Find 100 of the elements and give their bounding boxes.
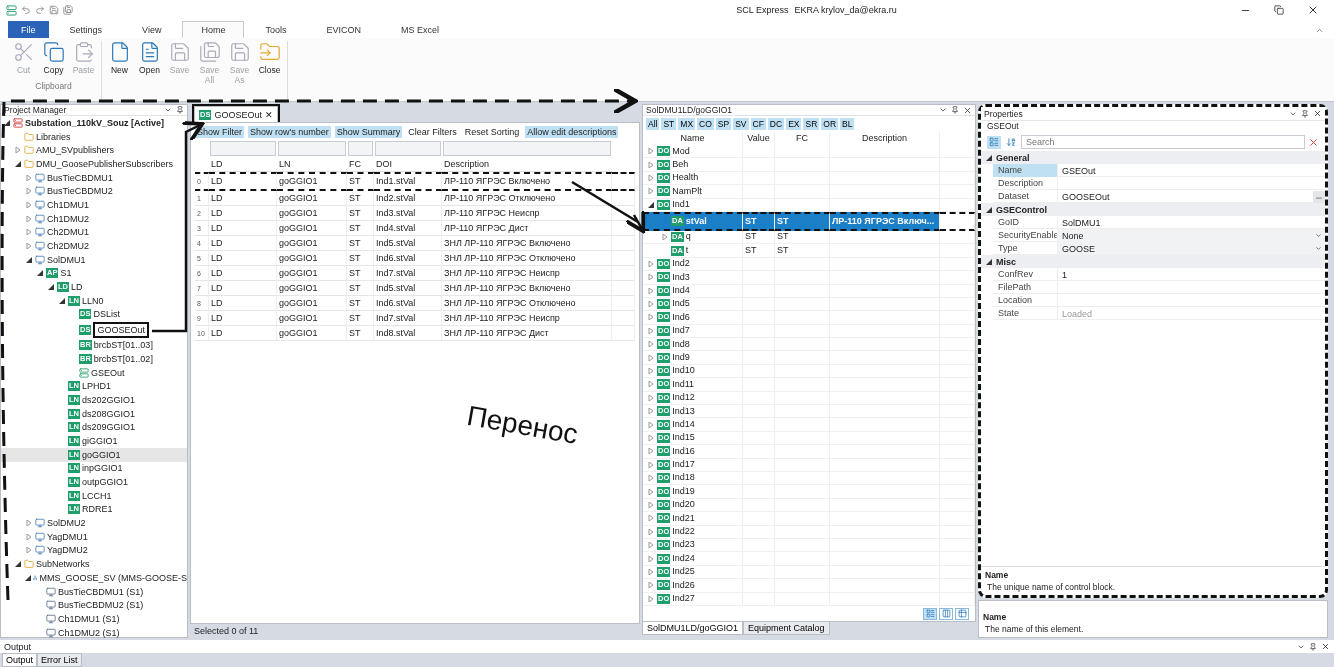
filter-button[interactable]: SP bbox=[715, 118, 732, 130]
tree-item[interactable]: SolDMU1 bbox=[1, 252, 187, 267]
dropdown-icon[interactable] bbox=[164, 106, 172, 114]
collapsed-arrow-icon[interactable] bbox=[647, 341, 655, 348]
collapsed-arrow-icon[interactable] bbox=[647, 421, 655, 428]
collapsed-arrow-icon[interactable] bbox=[25, 520, 33, 527]
toolbar-toggle[interactable]: Reset Sorting bbox=[462, 125, 522, 138]
collapsed-arrow-icon[interactable] bbox=[25, 215, 33, 222]
expanded-arrow-icon[interactable] bbox=[647, 201, 655, 208]
column-header[interactable]: Name bbox=[643, 132, 743, 145]
property-name[interactable]: State bbox=[993, 307, 1057, 320]
collapsed-arrow-icon[interactable] bbox=[25, 533, 33, 540]
property-name[interactable]: Dataset bbox=[993, 190, 1057, 203]
collapsed-arrow-icon[interactable] bbox=[647, 582, 655, 589]
tree-item[interactable]: SubNetworks bbox=[1, 557, 187, 571]
ribbon-tab[interactable]: View bbox=[123, 21, 181, 38]
collapsed-arrow-icon[interactable] bbox=[647, 368, 655, 375]
expanded-arrow-icon[interactable] bbox=[25, 256, 33, 263]
collapsed-arrow-icon[interactable] bbox=[647, 448, 655, 455]
collapsed-arrow-icon[interactable] bbox=[647, 501, 655, 508]
expanded-arrow-icon[interactable] bbox=[985, 258, 993, 265]
collapsed-arrow-icon[interactable] bbox=[647, 555, 655, 562]
filter-button[interactable]: DC bbox=[767, 118, 785, 130]
tree-item[interactable]: BusTieCBDMU1 bbox=[1, 170, 187, 185]
column-header[interactable]: LN bbox=[277, 157, 347, 172]
view-button[interactable] bbox=[923, 607, 937, 620]
collapsed-arrow-icon[interactable] bbox=[647, 174, 655, 181]
filter-button[interactable]: CO bbox=[697, 118, 714, 130]
expanded-arrow-icon[interactable] bbox=[14, 561, 22, 568]
ribbon-button[interactable]: Copy bbox=[40, 41, 67, 75]
collapsed-arrow-icon[interactable] bbox=[25, 243, 33, 250]
collapsed-arrow-icon[interactable] bbox=[14, 147, 22, 154]
dropdown-icon[interactable] bbox=[939, 106, 947, 114]
ribbon-tab[interactable]: EVICON bbox=[307, 21, 380, 38]
tree-item[interactable]: Substation_110kV_Souz [Active] bbox=[1, 116, 187, 130]
filter-button[interactable]: SV bbox=[733, 118, 749, 130]
ribbon-tab[interactable]: Settings bbox=[50, 21, 122, 38]
filter-button[interactable]: All bbox=[646, 118, 660, 130]
column-header[interactable]: Value bbox=[743, 132, 775, 145]
column-header[interactable]: Description bbox=[830, 132, 940, 145]
property-name[interactable]: Type bbox=[993, 242, 1057, 255]
tree-item[interactable]: AMU_SVpublishers bbox=[1, 143, 187, 158]
view-button[interactable] bbox=[955, 607, 969, 620]
toolbar-toggle[interactable]: Allow edit descriptions bbox=[525, 125, 619, 138]
expanded-arrow-icon[interactable] bbox=[58, 297, 66, 304]
filter-button[interactable]: MX bbox=[678, 118, 696, 130]
collapse-ribbon-icon[interactable] bbox=[1315, 26, 1324, 35]
tree-item[interactable]: BusTieCBDMU2 (S1) bbox=[1, 598, 187, 613]
collapsed-arrow-icon[interactable] bbox=[25, 188, 33, 195]
tree-item[interactable]: SolDMU2 bbox=[1, 516, 187, 530]
property-name[interactable]: Name bbox=[993, 164, 1057, 177]
expanded-arrow-icon[interactable] bbox=[36, 270, 44, 277]
collapsed-arrow-icon[interactable] bbox=[647, 301, 655, 308]
collapsed-arrow-icon[interactable] bbox=[647, 461, 655, 468]
column-header[interactable]: Description bbox=[442, 157, 612, 172]
property-name[interactable]: Location bbox=[993, 294, 1057, 307]
collapsed-arrow-icon[interactable] bbox=[647, 528, 655, 535]
filter-field[interactable] bbox=[348, 141, 373, 156]
output-tab[interactable]: Output bbox=[2, 653, 38, 667]
column-header[interactable]: DOI bbox=[374, 157, 442, 172]
property-name[interactable]: ConfRev bbox=[993, 268, 1057, 281]
tree-item[interactable]: DMU_GoosePublisherSubscribers bbox=[1, 157, 187, 171]
collapsed-arrow-icon[interactable] bbox=[647, 188, 655, 195]
filter-button[interactable]: ST bbox=[661, 118, 677, 130]
undo-icon[interactable] bbox=[21, 5, 31, 15]
ribbon-button[interactable]: New bbox=[106, 41, 133, 85]
property-dropdown[interactable]: GOOSE bbox=[1057, 242, 1325, 255]
close-icon[interactable] bbox=[963, 105, 972, 115]
tree-item[interactable]: Ch1DMU2 (S1) bbox=[1, 625, 187, 640]
property-value-field[interactable]: GSEOut bbox=[1057, 164, 1325, 177]
tree-item[interactable]: BusTieCBDMU2 bbox=[1, 184, 187, 199]
clear-search-button[interactable] bbox=[1308, 136, 1319, 148]
close-icon[interactable] bbox=[1313, 109, 1322, 118]
collapsed-arrow-icon[interactable] bbox=[25, 174, 33, 181]
collapsed-arrow-icon[interactable] bbox=[647, 542, 655, 549]
pin-icon[interactable] bbox=[951, 106, 959, 114]
property-name[interactable]: FilePath bbox=[993, 281, 1057, 294]
ribbon-tab[interactable]: Tools bbox=[246, 21, 306, 38]
close-icon[interactable] bbox=[1321, 642, 1330, 651]
filter-button[interactable]: SR bbox=[803, 118, 820, 130]
property-name[interactable]: Description bbox=[993, 177, 1057, 190]
tree-item[interactable]: BusTieCBDMU1 (S1) bbox=[1, 584, 187, 599]
ribbon-button[interactable]: Close bbox=[256, 41, 283, 85]
property-category[interactable]: GSEControl bbox=[981, 203, 1325, 216]
save-all-icon[interactable] bbox=[63, 5, 73, 15]
collapsed-arrow-icon[interactable] bbox=[25, 229, 33, 236]
filter-field[interactable] bbox=[210, 141, 276, 156]
collapsed-arrow-icon[interactable] bbox=[647, 408, 655, 415]
property-category[interactable]: General bbox=[981, 151, 1325, 164]
filter-field[interactable] bbox=[375, 141, 441, 156]
collapsed-arrow-icon[interactable] bbox=[647, 274, 655, 281]
column-header[interactable]: FC bbox=[775, 132, 830, 145]
filter-button[interactable]: EX bbox=[786, 118, 802, 130]
filter-button[interactable]: BL bbox=[840, 118, 855, 130]
pin-icon[interactable] bbox=[1309, 642, 1317, 651]
redo-icon[interactable] bbox=[35, 5, 45, 15]
collapsed-arrow-icon[interactable] bbox=[647, 488, 655, 495]
tree-item[interactable]: Ch2DMU2 bbox=[1, 239, 187, 253]
pin-icon[interactable] bbox=[1301, 109, 1309, 118]
panel-tab[interactable]: Equipment Catalog bbox=[743, 622, 830, 635]
